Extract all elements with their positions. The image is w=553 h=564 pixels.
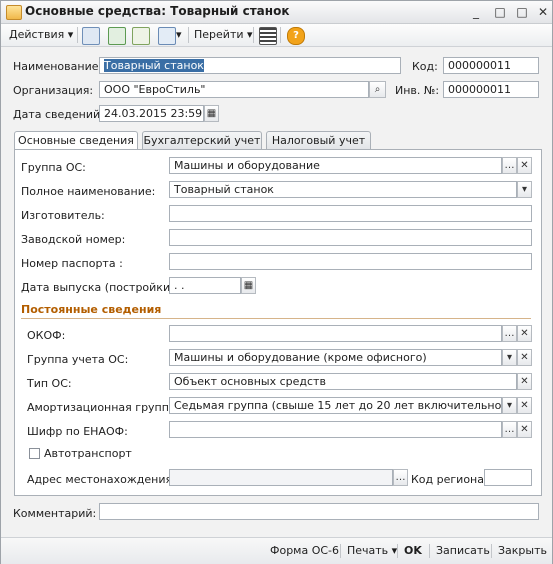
- footer-separator: [491, 544, 492, 558]
- tab-tax[interactable]: Налоговый учет: [266, 131, 371, 150]
- group-os-label: Группа ОС:: [21, 161, 86, 174]
- close-icon[interactable]: ✕: [536, 5, 550, 19]
- group-os-field[interactable]: Машины и оборудование: [169, 157, 502, 174]
- organization-field[interactable]: ООО "ЕвроСтиль": [99, 81, 369, 98]
- window: Основные средства: Товарный станок _ □ □…: [0, 0, 553, 564]
- window-title: Основные средства: Товарный станок: [25, 4, 290, 18]
- chevron-down-icon[interactable]: ▾: [176, 28, 182, 41]
- help-icon[interactable]: ?: [287, 27, 305, 45]
- toolbar-separator: [280, 27, 281, 43]
- full-name-field[interactable]: Товарный станок: [169, 181, 517, 198]
- section-title: Постоянные сведения: [21, 303, 162, 316]
- goto-menu-label: Перейти: [194, 28, 244, 41]
- select-button[interactable]: …: [502, 421, 517, 438]
- enaof-field[interactable]: [169, 421, 502, 438]
- clear-icon[interactable]: ✕: [517, 325, 532, 342]
- select-button[interactable]: …: [502, 325, 517, 342]
- passport-number-label: Номер паспорта :: [21, 257, 123, 270]
- code-field[interactable]: 000000011: [443, 57, 539, 74]
- serial-number-label: Заводской номер:: [21, 233, 126, 246]
- comment-label: Комментарий:: [13, 507, 97, 520]
- actions-menu-label: Действия: [9, 28, 65, 41]
- address-field[interactable]: [169, 469, 393, 486]
- okof-field[interactable]: [169, 325, 502, 342]
- tab-panel: [14, 149, 542, 496]
- footer-separator: [340, 544, 341, 558]
- toolbar-separator: [253, 27, 254, 43]
- account-group-field[interactable]: Машины и оборудование (кроме офисного): [169, 349, 502, 366]
- amortization-group-field[interactable]: Седьмая группа (свыше 15 лет до 20 лет в…: [169, 397, 502, 414]
- name-field[interactable]: Товарный станок: [99, 57, 401, 74]
- tab-main-info[interactable]: Основные сведения: [14, 131, 138, 151]
- release-date-field[interactable]: . .: [169, 277, 241, 294]
- goto-menu-button[interactable]: Перейти ▾: [194, 28, 253, 41]
- toolbar-separator: [77, 27, 78, 43]
- chevron-down-icon[interactable]: ▾: [517, 181, 532, 198]
- new-based-on-icon[interactable]: [158, 27, 176, 45]
- calendar-icon[interactable]: ▦: [204, 105, 219, 122]
- manufacturer-field[interactable]: [169, 205, 532, 222]
- clear-icon[interactable]: ✕: [517, 421, 532, 438]
- okof-label: ОКОФ:: [27, 329, 66, 342]
- serial-number-field[interactable]: [169, 229, 532, 246]
- chevron-down-icon[interactable]: ▾: [502, 397, 517, 414]
- clear-icon[interactable]: ✕: [517, 157, 532, 174]
- inventory-number-field[interactable]: 000000011: [443, 81, 539, 98]
- form-os6-button[interactable]: Форма ОС-6: [270, 544, 339, 557]
- name-value: Товарный станок: [104, 59, 204, 72]
- enaof-label: Шифр по ЕНАОФ:: [27, 425, 128, 438]
- full-name-label: Полное наименование:: [21, 185, 156, 198]
- copy-icon[interactable]: [132, 27, 150, 45]
- footer-bar: Форма ОС-6 Печать ▾ OK Записать Закрыть: [1, 537, 552, 564]
- address-label: Адрес местонахождения:: [27, 473, 176, 486]
- autotransport-label: Автотранспорт: [44, 447, 132, 460]
- info-date-label: Дата сведений:: [13, 108, 104, 121]
- comment-field[interactable]: [99, 503, 539, 520]
- toolbar: Действия ▾ ▾ Перейти ▾ ?: [1, 24, 552, 47]
- toolbar-separator: [188, 27, 189, 43]
- select-button[interactable]: …: [502, 157, 517, 174]
- autotransport-checkbox[interactable]: [29, 448, 40, 459]
- restore-icon[interactable]: □: [493, 5, 507, 19]
- section-divider: [21, 318, 531, 319]
- organization-label: Организация:: [13, 84, 94, 97]
- release-date-label: Дата выпуска (постройки):: [21, 281, 179, 294]
- manufacturer-label: Изготовитель:: [21, 209, 105, 222]
- footer-separator: [429, 544, 430, 558]
- print-menu-button[interactable]: Печать ▾: [347, 544, 397, 557]
- code-label: Код:: [412, 60, 438, 73]
- select-button[interactable]: …: [393, 469, 408, 486]
- region-code-label: Код региона:: [411, 473, 488, 486]
- ok-button[interactable]: OK: [404, 544, 422, 557]
- close-button[interactable]: Закрыть: [498, 544, 547, 557]
- actions-menu-button[interactable]: Действия ▾: [9, 28, 73, 41]
- structure-icon[interactable]: [259, 27, 277, 45]
- document-icon: [6, 5, 22, 20]
- refresh-icon[interactable]: [108, 27, 126, 45]
- amortization-group-label: Амортизационная группа:: [27, 401, 180, 414]
- passport-number-field[interactable]: [169, 253, 532, 270]
- os-type-label: Тип ОС:: [27, 377, 72, 390]
- account-group-label: Группа учета ОС:: [27, 353, 129, 366]
- clear-icon[interactable]: ✕: [517, 373, 532, 390]
- chevron-down-icon[interactable]: ▾: [502, 349, 517, 366]
- maximize-icon[interactable]: □: [515, 5, 529, 19]
- print-label: Печать: [347, 544, 389, 557]
- title-bar: Основные средства: Товарный станок _ □ □…: [1, 1, 552, 24]
- footer-separator: [397, 544, 398, 558]
- clear-icon[interactable]: ✕: [517, 397, 532, 414]
- clear-icon[interactable]: ✕: [517, 349, 532, 366]
- info-date-field[interactable]: 24.03.2015 23:59:59: [99, 105, 204, 122]
- minimize-icon[interactable]: _: [469, 5, 483, 19]
- tab-accounting[interactable]: Бухгалтерский учет: [142, 131, 262, 150]
- inventory-number-label: Инв. №:: [395, 84, 440, 97]
- save-button[interactable]: Записать: [436, 544, 490, 557]
- calendar-icon[interactable]: ▦: [241, 277, 256, 294]
- name-label: Наименование:: [13, 60, 103, 73]
- save-close-icon[interactable]: [82, 27, 100, 45]
- os-type-field[interactable]: Объект основных средств: [169, 373, 517, 390]
- region-code-field[interactable]: [484, 469, 532, 486]
- search-icon[interactable]: ⌕: [369, 81, 386, 98]
